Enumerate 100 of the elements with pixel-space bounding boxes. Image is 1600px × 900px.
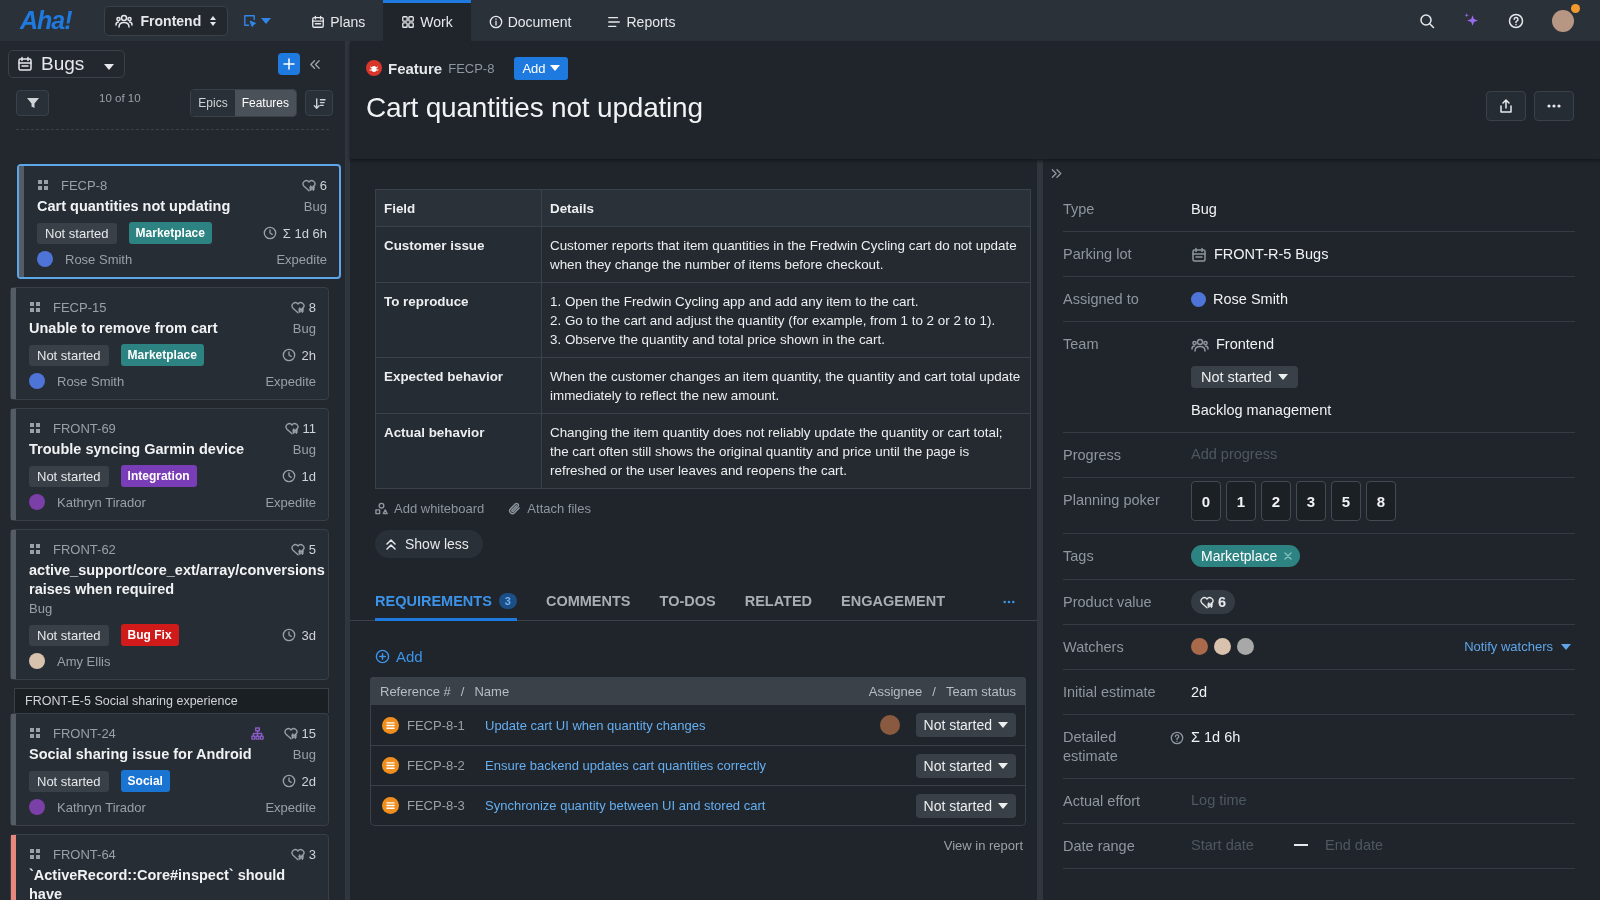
card-title[interactable]: `ActiveRecord::Core#inspect` should have <box>29 866 316 900</box>
status-badge: Not started <box>29 344 109 366</box>
team-selector[interactable]: Frontend <box>103 5 229 36</box>
value-score: 6 <box>319 177 327 193</box>
record-type: Feature <box>388 59 443 77</box>
workflow-name: Backlog management <box>1191 401 1332 420</box>
notify-watchers-button[interactable]: Notify watchers <box>1464 639 1571 654</box>
assignee-name: Rose Smith <box>57 373 125 389</box>
status-dropdown[interactable]: Not started <box>915 793 1016 818</box>
status-dropdown[interactable]: Not started <box>915 713 1016 737</box>
tab[interactable]: REQUIREMENTS 3 <box>375 583 517 621</box>
epic-header[interactable]: FRONT-E-5 Social sharing experience <box>14 688 329 713</box>
value-score: 5 <box>308 541 316 557</box>
tag-badge: Social <box>120 770 170 792</box>
poker-card[interactable]: 8 <box>1366 481 1396 521</box>
field-label: Date range <box>1063 837 1136 856</box>
field-value[interactable]: FRONT-R-5 Bugs <box>1214 245 1329 264</box>
table-cell: Expected behavior <box>375 357 542 414</box>
tag-chip[interactable]: Marketplace <box>1191 545 1301 567</box>
feature-card[interactable]: FRONT-69 11 Trouble syncing Garmin device Bug Not started Integration 1d Kathryn Tirador Expedite <box>10 408 329 521</box>
estimate: Σ 1d 6h <box>282 225 327 241</box>
requirement-ref: FECP-8-2 <box>407 758 466 773</box>
column-header: Field <box>375 189 542 227</box>
priority-label: Expedite <box>265 373 316 389</box>
poker-card[interactable]: 5 <box>1331 481 1361 521</box>
field-value[interactable]: Rose Smith <box>1213 290 1288 309</box>
feature-card[interactable]: FRONT-24 15 Social sharing issue for Android Bug Not started Social 2d Kathryn Tirador Expedite <box>10 713 329 826</box>
record-ref: FECP-8 <box>448 60 495 76</box>
requirement-link[interactable]: Update cart UI when quantity changes <box>485 717 706 733</box>
feature-card[interactable]: FRONT-64 3 `ActiveRecord::Core#inspect` should have <box>10 834 329 900</box>
card-type: Bug <box>292 441 316 459</box>
column-header: Details <box>541 189 1031 227</box>
add-whiteboard-button[interactable]: Add whiteboard <box>375 501 485 516</box>
field-value: 2d <box>1191 683 1208 702</box>
assignee-name: Amy Ellis <box>57 653 111 669</box>
card-title[interactable]: Trouble syncing Garmin device <box>29 440 245 459</box>
requirement-ref: FECP-8-1 <box>407 717 466 733</box>
attach-files-button[interactable]: Attach files <box>508 501 591 516</box>
nav-tab[interactable]: Reports <box>589 0 694 41</box>
table-cell: Actual behavior <box>375 413 542 489</box>
priority-label: Expedite <box>276 251 327 267</box>
value-score: 3 <box>308 846 316 862</box>
field-label: Watchers <box>1063 638 1125 657</box>
nav-tab[interactable]: Plans <box>293 0 384 41</box>
tab[interactable]: ENGAGEMENT <box>841 583 945 621</box>
poker-card[interactable]: 0 <box>1191 481 1221 521</box>
add-requirement-button[interactable]: Add <box>375 648 423 665</box>
feature-card[interactable]: FECP-15 8 Unable to remove from cart Bug Not started Marketplace 2h Rose Smith Expedite <box>10 287 329 400</box>
priority-label: Expedite <box>265 799 316 815</box>
table-cell: 1. Open the Fredwin Cycling app and add any item to the cart. 2. Go to the cart and adjust the quantity (for example, from 1 to 2 or 2 to 1). 3. Observe the quantity and total price shown in the cart. <box>541 282 1031 358</box>
nav-tab[interactable]: Document <box>470 0 590 41</box>
card-ref: FRONT-62 <box>53 541 116 557</box>
field-value[interactable]: Frontend <box>1216 335 1275 354</box>
column-header: Reference # <box>380 683 451 699</box>
table-cell: When the customer changes an item quantity, the quantity and cart total update immediately to reflect the new amount. <box>541 357 1031 414</box>
assignee-name: Kathryn Tirador <box>57 799 146 815</box>
tab[interactable]: COMMENTS <box>545 583 631 621</box>
field-label: Progress <box>1063 446 1123 465</box>
view-selector[interactable]: Bugs <box>8 50 126 78</box>
status-dropdown[interactable]: Not started <box>1191 366 1298 388</box>
status-badge: Not started <box>29 770 109 792</box>
feature-card[interactable]: FECP-8 6 Cart quantities not updating Bug Not started Marketplace Σ 1d 6h Rose Smith Expedite <box>17 164 341 279</box>
card-title[interactable]: active_support/core_ext/array/conversions raises when required <box>29 561 325 599</box>
requirement-ref: FECP-8-3 <box>407 798 466 813</box>
value-score[interactable]: 6 <box>1191 590 1236 614</box>
field-label: Assigned to <box>1063 290 1140 309</box>
status-badge: Not started <box>29 624 109 646</box>
field-label: Product value <box>1063 593 1153 612</box>
nav-tab[interactable]: Work <box>383 0 471 41</box>
field-label: Initial estimate <box>1063 683 1157 702</box>
card-title[interactable]: Cart quantities not updating <box>37 197 231 216</box>
poker-card[interactable]: 3 <box>1296 481 1326 521</box>
card-title[interactable]: Unable to remove from cart <box>29 319 218 338</box>
tab[interactable]: RELATED <box>744 583 813 621</box>
poker-card[interactable]: 1 <box>1226 481 1256 521</box>
card-title[interactable]: Social sharing issue for Android <box>29 745 252 764</box>
poker-card[interactable]: 2 <box>1261 481 1291 521</box>
field-label: Planning poker <box>1063 491 1161 510</box>
assignee-name: Kathryn Tirador <box>57 494 146 510</box>
card-ref: FRONT-64 <box>53 846 116 862</box>
requirement-link[interactable]: Ensure backend updates cart quantities correctly <box>485 758 767 773</box>
tab[interactable]: TO-DOS <box>659 583 716 621</box>
segment-toggle[interactable]: Features <box>234 90 296 116</box>
feature-card[interactable]: FRONT-62 5 active_support/core_ext/array/conversions raises when required Bug Not started Bug Fix 3d Amy Ellis <box>10 529 329 680</box>
feature-title[interactable]: Cart quantities not updating <box>366 92 1478 124</box>
show-less-button[interactable]: Show less <box>375 530 483 558</box>
table-cell: Customer reports that item quantities in the Fredwin Cycling cart do not update when they change the number of items before checkout. <box>541 226 1031 283</box>
priority-label: Expedite <box>265 494 316 510</box>
column-header: / <box>932 683 936 699</box>
tag-badge: Bug Fix <box>120 624 179 646</box>
estimate: 2h <box>301 347 316 363</box>
field-value[interactable]: Σ 1d 6h <box>1191 728 1241 747</box>
estimate: 3d <box>301 627 316 643</box>
count-badge: 3 <box>498 592 517 609</box>
requirement-link[interactable]: Synchronize quantity between UI and stored cart <box>485 798 766 813</box>
status-dropdown[interactable]: Not started <box>915 753 1016 778</box>
segment-toggle[interactable]: Epics <box>191 90 235 116</box>
add-dropdown[interactable]: Add <box>514 56 568 80</box>
result-count: 10 of 10 <box>99 92 141 104</box>
view-in-report-link[interactable]: View in report <box>375 838 1023 853</box>
